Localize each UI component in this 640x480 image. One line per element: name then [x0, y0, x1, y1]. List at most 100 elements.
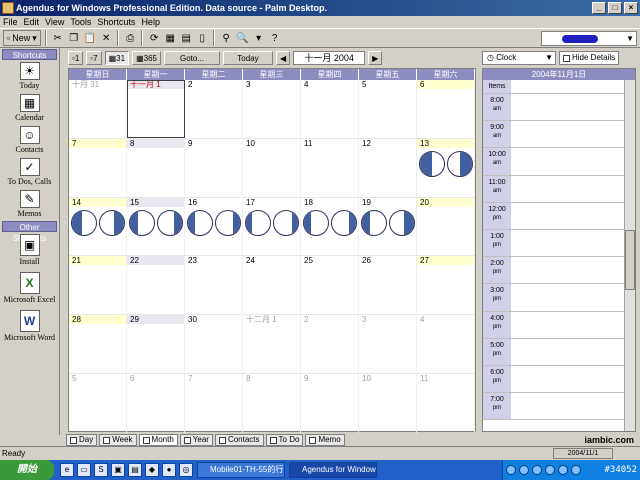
day-cell[interactable]: 3 — [359, 315, 417, 373]
day-cell[interactable]: 16 — [185, 197, 243, 256]
menu-help[interactable]: Help — [141, 16, 160, 28]
find-icon[interactable]: ⚲ — [219, 30, 233, 46]
hour-slot[interactable] — [511, 230, 635, 256]
day-cell[interactable]: 27 — [417, 256, 475, 315]
day-cell[interactable]: 24 — [243, 256, 301, 315]
hour-slot[interactable] — [511, 94, 635, 120]
folder-icon[interactable]: ▤ — [128, 463, 142, 477]
app-icon[interactable]: S — [94, 463, 108, 477]
scrollbar-thumb[interactable] — [625, 230, 635, 290]
close-button[interactable]: × — [624, 2, 638, 14]
hour-slot[interactable] — [511, 312, 635, 338]
tab-contacts[interactable]: Contacts — [214, 434, 264, 446]
day-cell[interactable]: 14 — [69, 197, 127, 256]
day-cell[interactable]: 13 — [417, 138, 475, 197]
day-cell[interactable]: 19 — [359, 197, 417, 256]
app-icon[interactable]: ◆ — [145, 463, 159, 477]
hour-slot[interactable] — [511, 339, 635, 365]
tray-icon[interactable] — [532, 465, 542, 475]
day-cell[interactable]: 6 — [127, 373, 185, 433]
view-1-day-button[interactable]: ▫ 1 — [68, 51, 84, 65]
day-cell[interactable]: 2 — [301, 315, 359, 373]
sidebar-item-install[interactable]: ▣ Install — [0, 234, 59, 270]
help-icon[interactable]: ? — [268, 30, 282, 46]
hour-slot[interactable] — [511, 121, 635, 147]
day-cell[interactable]: 10 — [359, 373, 417, 433]
day-cell[interactable]: 11 — [417, 373, 475, 433]
calendar-icon[interactable]: ▤ — [179, 30, 193, 46]
hour-row[interactable]: 1:00 pm — [483, 229, 635, 258]
sidebar-item-contacts[interactable]: ☺ Contacts — [0, 126, 59, 156]
maximize-button[interactable]: □ — [608, 2, 622, 14]
items-row[interactable]: Items — [483, 80, 635, 94]
day-cell[interactable]: 20 — [417, 197, 475, 256]
day-cell[interactable]: 8 — [127, 138, 185, 197]
sync-icon[interactable]: ⟳ — [147, 30, 161, 46]
day-cell[interactable]: 7 — [69, 138, 127, 197]
day-cell[interactable]: 5 — [359, 80, 417, 138]
day-cell[interactable]: 21 — [69, 256, 127, 315]
start-button[interactable]: 開始 — [0, 460, 54, 480]
delete-icon[interactable]: ✕ — [99, 30, 113, 46]
day-cell[interactable]: 22 — [127, 256, 185, 315]
day-cell[interactable]: 9 — [185, 138, 243, 197]
hour-slot[interactable] — [511, 393, 635, 419]
day-cell[interactable]: 18 — [301, 197, 359, 256]
tab-todo[interactable]: To Do — [265, 434, 304, 446]
hour-slot[interactable] — [511, 366, 635, 392]
desktop-icon[interactable]: ▭ — [77, 463, 91, 477]
app-icon[interactable]: ▣ — [111, 463, 125, 477]
menu-view[interactable]: View — [45, 16, 64, 28]
day-cell[interactable]: 十月 31 — [69, 80, 127, 138]
tab-week[interactable]: Week — [99, 434, 137, 446]
ie-icon[interactable]: e — [60, 463, 74, 477]
tray-icon[interactable] — [506, 465, 516, 475]
day-cell[interactable]: 12 — [359, 138, 417, 197]
sidebar-item-todos[interactable]: ✓ To Dos, Calls — [0, 158, 59, 188]
day-scrollbar[interactable] — [624, 80, 635, 431]
day-cell[interactable]: 15 — [127, 197, 185, 256]
view-7-day-button[interactable]: ▫ 7 — [86, 51, 102, 65]
app-icon[interactable]: ◎ — [179, 463, 193, 477]
day-cell[interactable]: 5 — [69, 373, 127, 433]
today-button[interactable]: Today — [222, 51, 273, 65]
hour-row[interactable]: 7:00 pm — [483, 393, 635, 421]
day-cell[interactable]: 23 — [185, 256, 243, 315]
day-cell[interactable]: 9 — [301, 373, 359, 433]
day-cell-selected[interactable]: 十一月 1 — [127, 80, 185, 138]
hour-slot[interactable] — [511, 203, 635, 229]
app-icon[interactable]: ● — [162, 463, 176, 477]
hour-row[interactable]: 11:00 am — [483, 175, 635, 203]
chevron-down-icon[interactable]: ▾ — [252, 30, 266, 46]
hour-row[interactable]: 10:00 am — [483, 148, 635, 176]
items-slot[interactable] — [511, 80, 635, 93]
tab-memo[interactable]: Memo — [305, 434, 345, 446]
goto-button[interactable]: Goto... — [163, 51, 220, 65]
hour-row[interactable]: 12:00 pm — [483, 202, 635, 230]
hour-row[interactable]: 9:00 am — [483, 121, 635, 149]
hour-slot[interactable] — [511, 148, 635, 174]
day-cell[interactable]: 7 — [185, 373, 243, 433]
sidebar-item-memos[interactable]: ✎ Memos — [0, 190, 59, 220]
hour-row[interactable]: 8:00 am — [483, 94, 635, 122]
sidebar-item-calendar[interactable]: ▦ Calendar — [0, 94, 59, 124]
sidebar-item-word[interactable]: W Microsoft Word — [0, 310, 59, 346]
cut-icon[interactable]: ✂ — [51, 30, 65, 46]
tab-year[interactable]: Year — [179, 434, 213, 446]
day-cell[interactable]: 2 — [185, 80, 243, 138]
day-cell[interactable]: 10 — [243, 138, 301, 197]
next-month-button[interactable]: ▶ — [368, 51, 383, 65]
day-cell[interactable]: 十二月 1 — [243, 315, 301, 373]
day-cell[interactable]: 26 — [359, 256, 417, 315]
day-cell[interactable]: 17 — [243, 197, 301, 256]
tray-icon[interactable] — [519, 465, 529, 475]
zoom-icon[interactable]: 🔍 — [235, 30, 249, 46]
day-cell[interactable]: 8 — [243, 373, 301, 433]
tab-day[interactable]: Day — [66, 434, 98, 446]
taskbar-button[interactable]: Mobile01-TH-55的行... — [197, 462, 285, 478]
user-select[interactable]: ▼ — [541, 31, 637, 46]
day-cell[interactable]: 25 — [301, 256, 359, 315]
hour-row[interactable]: 5:00 pm — [483, 338, 635, 366]
hour-slot[interactable] — [511, 176, 635, 202]
hour-slot[interactable] — [511, 284, 635, 310]
